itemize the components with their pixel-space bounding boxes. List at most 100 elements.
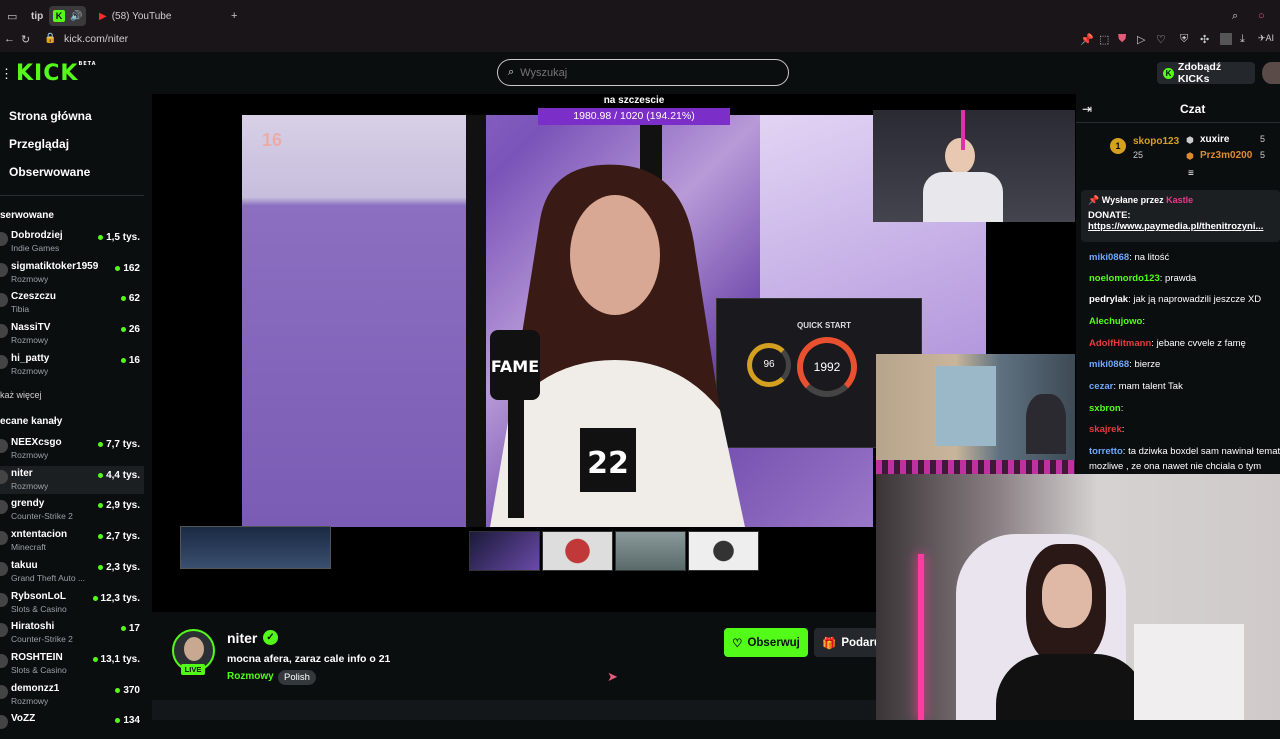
- chat-username[interactable]: skajrek: [1089, 424, 1122, 435]
- streamer-webcam-overlay: [873, 110, 1075, 222]
- tab-label: tip: [31, 10, 44, 22]
- browser-menu-icon[interactable]: ▭: [7, 6, 17, 26]
- viewer-count-value: 12,3 tys.: [100, 592, 140, 604]
- nav-browse[interactable]: Przeglądaj: [9, 137, 69, 151]
- url-text[interactable]: kick.com/niter: [64, 33, 128, 45]
- pinned-sender[interactable]: Kastle: [1166, 195, 1193, 205]
- download-icon[interactable]: ⤓: [1240, 33, 1245, 46]
- profile-icon[interactable]: [1220, 33, 1232, 45]
- chat-username[interactable]: noelomordo123: [1089, 273, 1160, 284]
- sidebar-channel-niter[interactable]: niter Rozmowy 4,4 tys.: [0, 465, 144, 494]
- gifter-name[interactable]: skopo123: [1133, 136, 1179, 147]
- live-dot-icon: [98, 503, 104, 509]
- shield-icon[interactable]: ⛨: [1180, 33, 1188, 46]
- clip-thumbnail[interactable]: [542, 531, 613, 571]
- viewer-count: 370: [115, 685, 140, 696]
- get-kicks-button[interactable]: K Zdobądź KICKs: [1157, 61, 1255, 85]
- chat-username[interactable]: torretto: [1089, 446, 1123, 457]
- screenshot-icon[interactable]: ⬚: [1099, 33, 1109, 46]
- sidebar-channel-sigmatiktoker1959[interactable]: sigmatiktoker1959 Rozmowy 162: [0, 259, 144, 287]
- sidebar-toggle-icon[interactable]: ⋮: [0, 66, 13, 82]
- sidebar-channel-demonzz1[interactable]: demonzz1 Rozmowy 370: [0, 681, 144, 709]
- tab-tip[interactable]: tip: [31, 6, 43, 26]
- viewer-count-value: 7,7 tys.: [106, 439, 140, 450]
- nav-home[interactable]: Strona główna: [9, 109, 92, 123]
- sidebar-channel-rybsonlol[interactable]: RybsonLoL Slots & Casino 12,3 tys.: [0, 589, 144, 617]
- search-icon: ⌕: [508, 66, 515, 78]
- kick-logo[interactable]: KICKBETA: [16, 61, 97, 86]
- nav-following[interactable]: Obserwowane: [9, 165, 90, 179]
- sidebar-channel-nassitv[interactable]: NassiTV Rozmowy 26: [0, 320, 144, 348]
- ai-icon[interactable]: ✈AI: [1258, 33, 1274, 44]
- viewer-count-value: 162: [123, 262, 140, 274]
- search-box[interactable]: ⌕: [497, 59, 789, 86]
- channel-category: Tibia: [11, 304, 30, 315]
- chat-text: na litość: [1134, 252, 1170, 263]
- tab-kick[interactable]: K 🔊: [49, 6, 87, 26]
- facecam-face: [1042, 564, 1092, 628]
- chat-username[interactable]: AdolfHitmann: [1089, 338, 1151, 349]
- viewer-count: 2,7 tys.: [98, 531, 140, 542]
- search-input[interactable]: [520, 66, 761, 79]
- chat-username[interactable]: cezar: [1089, 381, 1113, 392]
- sidebar-channel-hiratoshi[interactable]: Hiratoshi Counter-Strike 2 17: [0, 619, 144, 647]
- viewer-count-value: 62: [128, 293, 140, 305]
- channel-avatar: [0, 354, 8, 369]
- goal-title: na szczescie: [603, 95, 665, 106]
- channel-avatar: [0, 439, 8, 453]
- reload-icon[interactable]: ↻: [21, 33, 30, 46]
- goal-progress-bar: 1980.98 / 1020 (194.21%): [538, 108, 730, 125]
- sidebar-channel-czeszczu[interactable]: Czeszczu Tibia 62: [0, 289, 144, 317]
- chat-text: prawda: [1165, 273, 1197, 284]
- extensions-icon[interactable]: ✣: [1200, 33, 1209, 46]
- sidebar-channel-dobrodziej[interactable]: Dobrodziej Indie Games 1,5 tys.: [0, 228, 144, 256]
- collapse-chat-icon[interactable]: ⇥: [1082, 102, 1092, 116]
- pocket-icon[interactable]: ⛊: [1118, 33, 1126, 46]
- heart-icon[interactable]: ♡: [1156, 33, 1166, 46]
- gifter-name[interactable]: Prz3m0200: [1200, 150, 1252, 161]
- viewer-count: 12,3 tys.: [92, 592, 140, 604]
- new-tab-icon[interactable]: +: [231, 6, 237, 26]
- sidebar-channel-takuu[interactable]: takuu Grand Theft Auto ... 2,3 tys.: [0, 558, 144, 586]
- tab-youtube[interactable]: ▶ (58) YouTube: [99, 6, 171, 26]
- follow-button[interactable]: ♡ Obserwuj: [724, 628, 808, 657]
- clip-thumbnail[interactable]: [615, 531, 686, 571]
- pin-icon[interactable]: 📌: [1080, 33, 1094, 46]
- chat-username[interactable]: pedrylak: [1089, 294, 1128, 305]
- sidebar-channel-neexcsgo[interactable]: NEEXcsgo Rozmowy 7,7 tys.: [0, 435, 144, 463]
- sidebar-channel-vozz[interactable]: VoZZ 134: [0, 711, 144, 739]
- sponsor-banner[interactable]: [180, 526, 331, 569]
- screen-label: QUICK START: [797, 321, 852, 330]
- show-more-link[interactable]: każ więcej: [0, 390, 42, 400]
- sidebar-channel-hi_patty[interactable]: hi_patty Rozmowy 16: [0, 351, 144, 379]
- language-tag[interactable]: Polish: [278, 670, 316, 685]
- follow-label: Obserwuj: [747, 636, 800, 649]
- speaker-icon[interactable]: 🔊: [70, 11, 82, 22]
- chat-username[interactable]: miki0868: [1089, 359, 1129, 370]
- play-icon[interactable]: ▷: [1137, 33, 1145, 46]
- chat-username[interactable]: sxbron: [1089, 403, 1121, 414]
- back-icon[interactable]: ←: [4, 33, 15, 45]
- sidebar-channel-roshtein[interactable]: ROSHTEIN Slots & Casino 13,1 tys.: [0, 650, 144, 678]
- chat-username[interactable]: Alechujowo: [1089, 316, 1142, 327]
- webcam-face: [945, 138, 975, 174]
- sidebar-channel-grendy[interactable]: grendy Counter-Strike 2 2,9 tys.: [0, 496, 144, 524]
- gift-sub-button[interactable]: 🎁 Podaruj: [814, 628, 876, 657]
- tab-options-icon[interactable]: ○: [1258, 6, 1265, 26]
- gift-icon: 🎁: [822, 637, 837, 650]
- viewer-count: 26: [120, 324, 140, 335]
- user-avatar[interactable]: [1262, 62, 1280, 84]
- channel-avatar: [0, 232, 8, 246]
- channel-name[interactable]: niter: [227, 630, 257, 646]
- gifter-name[interactable]: xuxire: [1200, 134, 1229, 145]
- stream-category-link[interactable]: Rozmowy: [227, 671, 274, 682]
- search-tabs-icon[interactable]: ⌕: [1232, 6, 1238, 26]
- chat-message: miki0868: na litość: [1089, 252, 1169, 263]
- pinned-link[interactable]: https://www.paymedia.pl/thenitrozyni...: [1088, 221, 1273, 232]
- gifter-count: 5: [1260, 150, 1266, 160]
- clip-thumbnail[interactable]: [469, 531, 540, 571]
- chat-username[interactable]: miki0868: [1089, 252, 1129, 263]
- clip-thumbnail[interactable]: [688, 531, 759, 571]
- expand-gifters-icon[interactable]: ≡: [1188, 168, 1194, 179]
- sidebar-channel-xntentacion[interactable]: xntentacion Minecraft 2,7 tys.: [0, 527, 144, 555]
